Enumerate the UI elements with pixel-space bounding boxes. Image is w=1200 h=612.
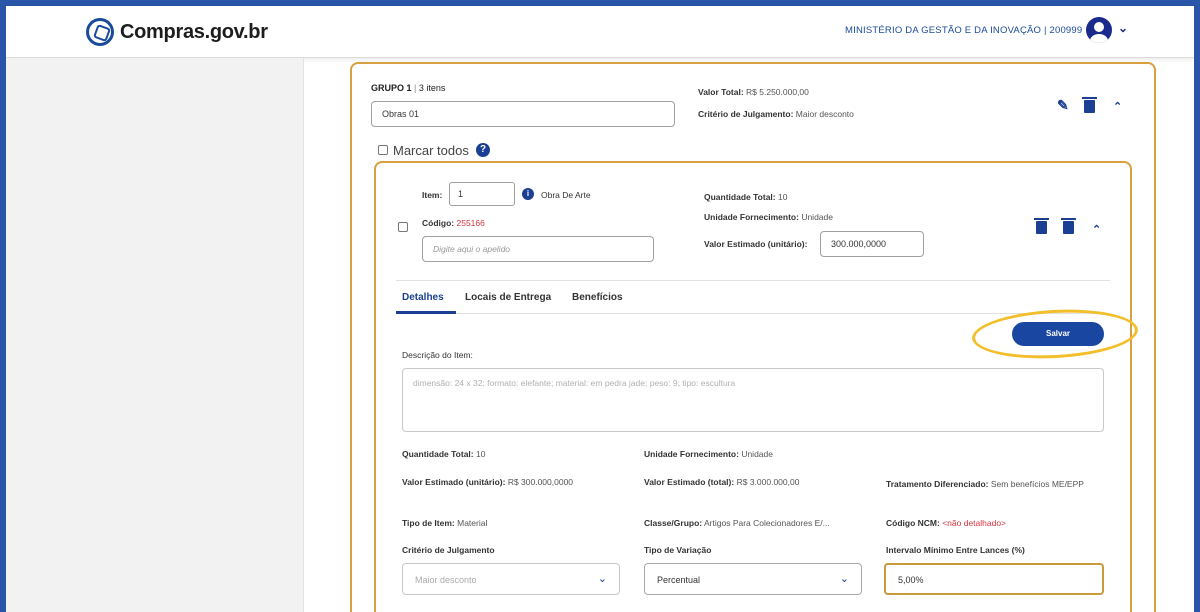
group-name: GRUPO 1 (371, 83, 412, 93)
detail-tratamento: Tratamento Diferenciado: Sem benefícios … (886, 479, 1084, 489)
divider (396, 280, 1110, 281)
copy-icon[interactable] (1034, 218, 1049, 234)
edit-icon[interactable]: ✎ (1057, 97, 1069, 114)
criterio-select-label: Critério de Julgamento (402, 545, 495, 555)
logo-icon (86, 18, 114, 46)
item-label: Item: (422, 190, 443, 200)
detail-valor-unit: Valor Estimado (unitário): R$ 300.000,00… (402, 477, 574, 487)
tab-line (396, 313, 1110, 314)
tab-detalhes[interactable]: Detalhes (402, 292, 444, 303)
apelido-input[interactable]: Digite aqui o apelido (422, 236, 654, 262)
detail-ncm: Código NCM: <não detalhado> (886, 518, 1007, 528)
valor-unit-input[interactable]: 300.000,0000 (820, 231, 924, 257)
variacao-select[interactable]: Percentual ⌄ (644, 563, 862, 595)
detail-quantidade: Quantidade Total: 10 (402, 449, 486, 459)
save-button[interactable]: Salvar (1012, 322, 1104, 346)
marcar-todos-label: Marcar todos (393, 143, 469, 158)
item-checkbox[interactable] (398, 222, 408, 232)
logo-text: Compras.gov.br (120, 20, 268, 43)
variacao-select-label: Tipo de Variação (644, 545, 712, 555)
group-valor-total: Valor Total: R$ 5.250.000,00 (698, 87, 809, 97)
info-icon[interactable]: i (522, 188, 534, 200)
item-quantidade: Quantidade Total: 10 (704, 192, 788, 202)
item-valor-unit-label: Valor Estimado (unitário): (704, 239, 808, 249)
item-type: Obra De Arte (541, 190, 591, 200)
marcar-todos-checkbox[interactable] (378, 145, 388, 155)
group-criterio: Critério de Julgamento: Maior desconto (698, 109, 854, 119)
chevron-down-icon: ⌄ (839, 573, 849, 585)
group-name-input[interactable]: Obras 01 (371, 101, 675, 127)
descricao-label: Descrição do Item: (402, 350, 473, 360)
chevron-down-icon: ⌄ (597, 573, 607, 585)
logo[interactable]: Compras.gov.br (86, 18, 268, 46)
group-title: GRUPO 1 | 3 itens (371, 83, 446, 93)
chevron-down-icon[interactable]: ⌄ (1118, 21, 1128, 35)
criterio-select[interactable]: Maior desconto ⌄ (402, 563, 620, 595)
ministry-label: MINISTÉRIO DA GESTÃO E DA INOVAÇÃO | 200… (845, 25, 1083, 36)
intervalo-input[interactable]: 5,00% (884, 563, 1104, 595)
detail-unidade: Unidade Fornecimento: Unidade (644, 449, 773, 459)
item-codigo: Código: 255166 (422, 218, 485, 228)
tab-beneficios[interactable]: Benefícios (572, 292, 623, 303)
sidebar (6, 58, 304, 612)
detail-classe: Classe/Grupo: Artigos Para Colecionadore… (644, 518, 830, 528)
chevron-up-icon[interactable]: ⌃ (1092, 223, 1101, 236)
detail-valor-total: Valor Estimado (total): R$ 3.000.000,00 (644, 477, 800, 487)
tab-active-indicator (396, 311, 456, 314)
item-unidade: Unidade Fornecimento: Unidade (704, 212, 833, 222)
chevron-up-icon[interactable]: ⌃ (1113, 100, 1122, 113)
intervalo-label: Intervalo Mínimo Entre Lances (%) (886, 545, 1025, 555)
tab-locais-entrega[interactable]: Locais de Entrega (465, 292, 551, 303)
help-icon[interactable]: ? (476, 143, 490, 157)
trash-icon[interactable] (1061, 218, 1076, 234)
descricao-textarea[interactable]: dimensão: 24 x 32; formato: elefante; ma… (402, 368, 1104, 432)
trash-icon[interactable] (1082, 97, 1097, 113)
item-number-input[interactable]: 1 (449, 182, 515, 206)
detail-tipo-item: Tipo de Item: Material (402, 518, 488, 528)
group-count: 3 itens (418, 83, 446, 93)
user-avatar-icon[interactable] (1086, 17, 1112, 43)
